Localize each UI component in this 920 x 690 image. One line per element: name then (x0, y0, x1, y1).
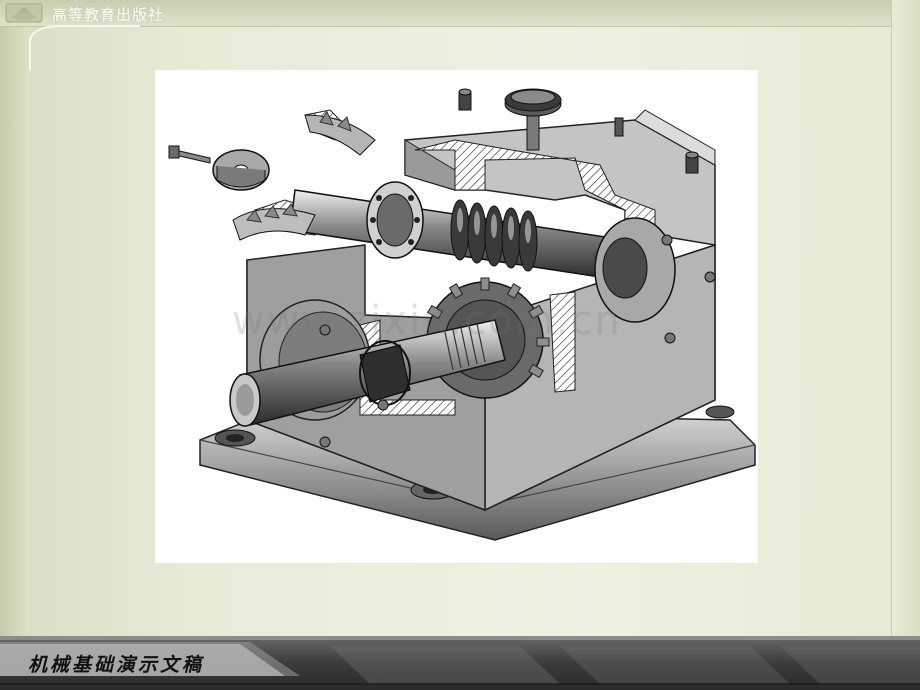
right-decor-edge (891, 0, 920, 640)
publisher-name: 高等教育出版社 (52, 6, 165, 24)
footer-title: 机械基础演示文稿 (28, 654, 205, 676)
left-decor-band (0, 0, 30, 640)
watermark-text: www.zixin.com.cn (232, 298, 622, 344)
publisher-logo-icon (5, 3, 43, 23)
